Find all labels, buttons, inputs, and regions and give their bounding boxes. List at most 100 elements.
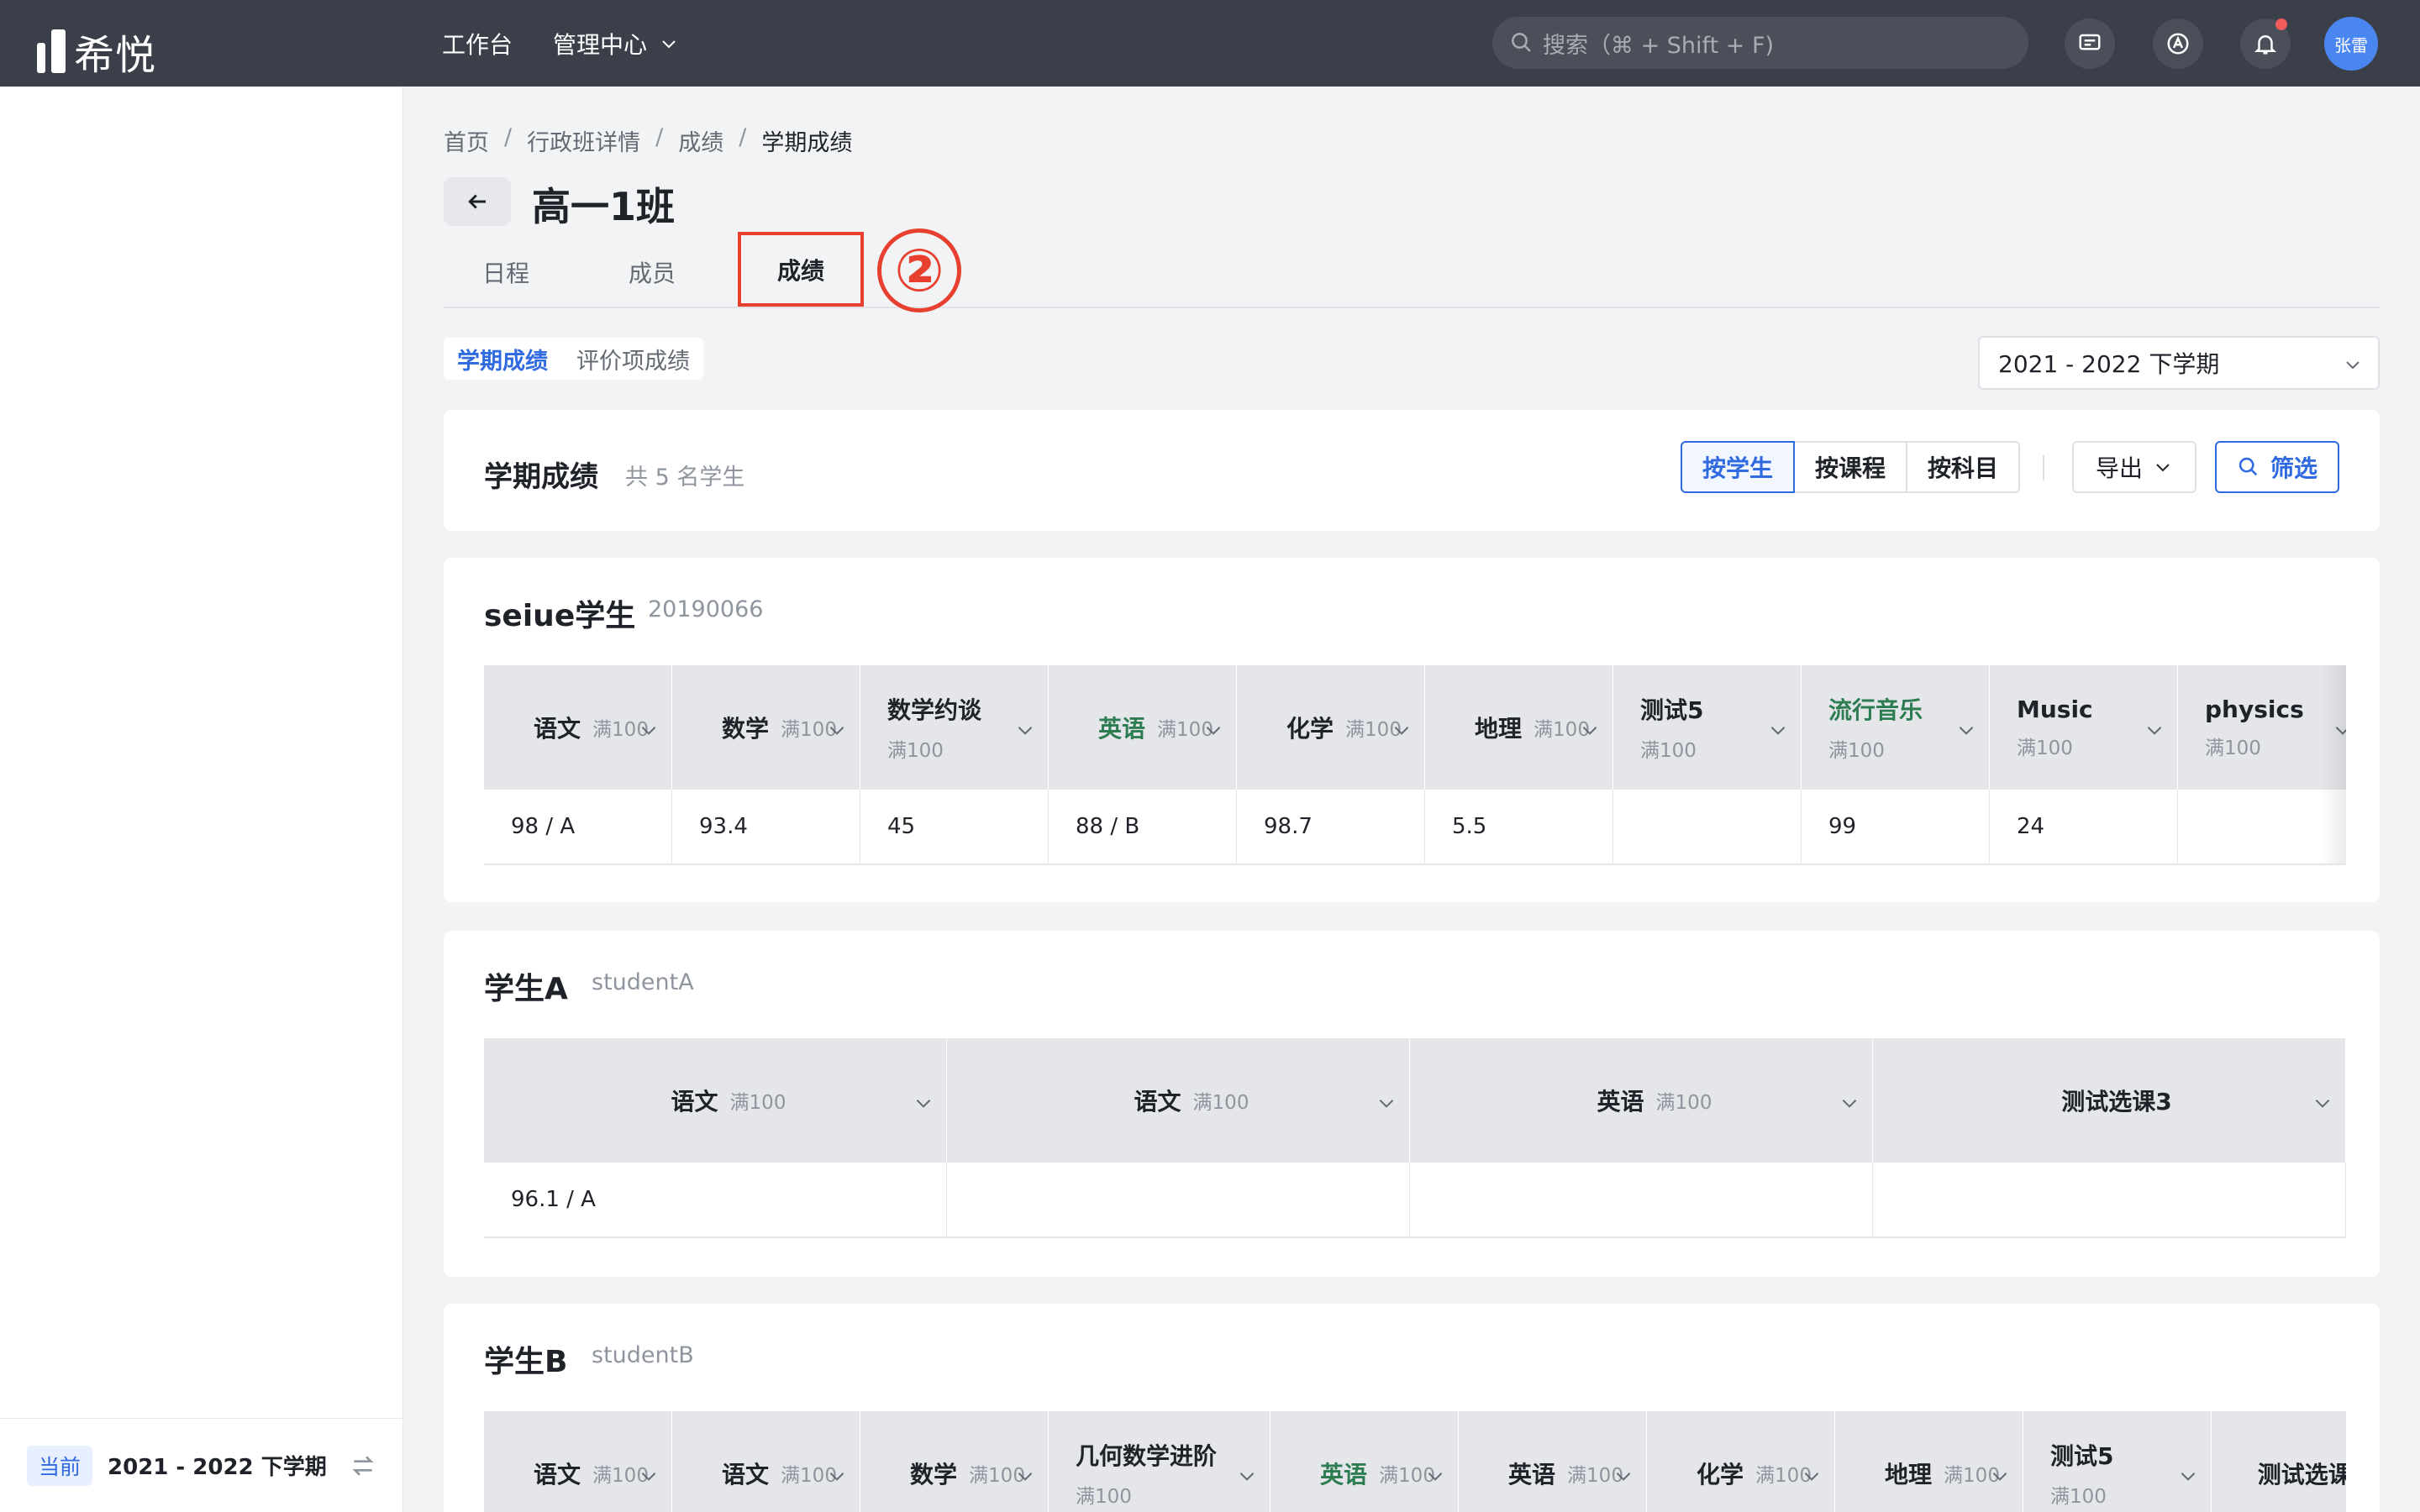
- column-header[interactable]: 化学 满100: [1647, 1411, 1835, 1512]
- chevron-down-icon: [1992, 1473, 2007, 1481]
- chevron-down-icon: [641, 1473, 656, 1481]
- tab-schedule[interactable]: 日程: [482, 255, 529, 289]
- chevron-down-icon: [829, 1473, 844, 1481]
- breadcrumb-home[interactable]: 首页: [444, 124, 489, 157]
- view-mode-group: 按学生 按课程 按科目: [1681, 441, 2021, 493]
- student-name: seiue学生: [484, 599, 636, 633]
- breadcrumb: 首页 / 行政班详情 / 成绩 / 学期成绩: [444, 124, 853, 157]
- view-by-subject-button[interactable]: 按科目: [1906, 441, 2021, 493]
- term-select-value: 2021 - 2022 下学期: [1998, 350, 2220, 378]
- filter-button[interactable]: 筛选: [2215, 441, 2339, 493]
- column-header[interactable]: 语文 满100: [484, 1411, 672, 1512]
- score-cell[interactable]: 88 / B: [1049, 790, 1237, 864]
- column-header[interactable]: 语文 满100: [947, 1038, 1410, 1163]
- export-button[interactable]: 导出: [2072, 441, 2196, 493]
- column-header[interactable]: 语文 满100: [484, 665, 672, 790]
- back-button[interactable]: [444, 177, 511, 226]
- app-center-button[interactable]: [2153, 18, 2203, 69]
- column-header[interactable]: 语文 满100: [672, 1411, 860, 1512]
- tab-grades[interactable]: 成绩: [738, 232, 864, 307]
- score-table: 语文 满100 语文 满100 英语 满100 测试选课3 96.1 / A: [484, 1038, 2346, 1238]
- column-header[interactable]: 英语 满100: [1270, 1411, 1459, 1512]
- column-header[interactable]: 语文 满100: [484, 1038, 947, 1163]
- chevron-down-icon: [829, 727, 844, 735]
- column-header[interactable]: 测试5 满100: [2023, 1411, 2212, 1512]
- chevron-down-icon: [1582, 727, 1597, 735]
- table-row: 98 / A 93.4 45 88 / B 98.7 5.5 99 24: [484, 790, 2346, 864]
- search-placeholder: 搜索（⌘ + Shift + F): [1543, 32, 1775, 59]
- chevron-down-icon: [1018, 727, 1033, 735]
- chevron-down-icon: [1959, 727, 1974, 735]
- column-header[interactable]: 英语 满100: [1049, 665, 1237, 790]
- score-cell[interactable]: 98.7: [1237, 790, 1425, 864]
- grade-subtabs: 学期成绩 评价项成绩: [444, 338, 703, 380]
- top-bar: 希悦 工作台 管理中心 搜索（⌘ + Shift + F) 张雷: [0, 0, 2420, 87]
- column-header[interactable]: 化学 满100: [1237, 665, 1425, 790]
- column-header[interactable]: 英语 满100: [1459, 1411, 1647, 1512]
- chevron-down-icon: [1616, 1473, 1631, 1481]
- current-term-tag: 当前: [27, 1445, 93, 1486]
- divider: [2043, 455, 2044, 480]
- column-header[interactable]: 英语 满100: [1410, 1038, 1873, 1163]
- summary-title: 学期成绩: [484, 460, 598, 494]
- avatar[interactable]: 张雷: [2324, 17, 2378, 71]
- score-cell[interactable]: 93.4: [672, 790, 860, 864]
- subtab-evaluation-grades[interactable]: 评价项成绩: [576, 343, 690, 375]
- scroll-shadow: [2321, 665, 2346, 864]
- tab-members[interactable]: 成员: [629, 255, 676, 289]
- nav-workbench[interactable]: 工作台: [442, 27, 513, 60]
- chevron-down-icon: [1804, 1473, 1819, 1481]
- term-select[interactable]: 2021 - 2022 下学期: [1978, 336, 2380, 390]
- breadcrumb-grades[interactable]: 成绩: [678, 124, 723, 157]
- app-logo[interactable]: 希悦: [37, 22, 156, 81]
- arrow-left-icon: [468, 194, 486, 209]
- view-by-course-button[interactable]: 按课程: [1793, 441, 1908, 493]
- nav-manage-label: 管理中心: [553, 31, 648, 59]
- column-header[interactable]: 地理 满100: [1425, 665, 1613, 790]
- column-header[interactable]: 地理 满100: [1835, 1411, 2023, 1512]
- column-header[interactable]: 数学 满100: [860, 1411, 1049, 1512]
- switch-icon[interactable]: [350, 1452, 376, 1479]
- view-by-student-button[interactable]: 按学生: [1681, 441, 1796, 493]
- table-row: 96.1 / A: [484, 1163, 2346, 1236]
- score-cell[interactable]: [947, 1163, 1410, 1236]
- student-id: studentA: [592, 969, 694, 995]
- term-switcher[interactable]: 当前 2021 - 2022 下学期: [0, 1418, 403, 1512]
- student-card: seiue学生 20190066 语文 满100 数学 满100 数学约谈 满100 …: [444, 558, 2380, 902]
- column-header[interactable]: Music 满100: [1990, 665, 2178, 790]
- notification-button[interactable]: [2240, 18, 2291, 69]
- score-table: 语文 满100 语文 满100 数学 满100 几何数学进阶 满100 英语 满100 英…: [484, 1411, 2346, 1512]
- page-title: 高一1班: [532, 184, 676, 229]
- column-header[interactable]: 测试选课3: [2212, 1411, 2346, 1512]
- message-button[interactable]: [2065, 18, 2115, 69]
- current-term-text: 2021 - 2022 下学期: [108, 1455, 327, 1480]
- score-cell[interactable]: 98 / A: [484, 790, 672, 864]
- score-cell[interactable]: [1873, 1163, 2346, 1236]
- search-input[interactable]: 搜索（⌘ + Shift + F): [1492, 17, 2028, 69]
- score-cell[interactable]: 5.5: [1425, 790, 1613, 864]
- student-card: 学生A studentA 语文 满100 语文 满100 英语 满100 测试选课3 …: [444, 931, 2380, 1277]
- column-header[interactable]: 测试选课3: [1873, 1038, 2346, 1163]
- subtab-term-grades[interactable]: 学期成绩: [457, 343, 548, 375]
- chevron-down-icon: [1428, 1473, 1443, 1481]
- score-cell[interactable]: 96.1 / A: [484, 1163, 947, 1236]
- column-header[interactable]: 数学约谈 满100: [860, 665, 1049, 790]
- breadcrumb-current: 学期成绩: [761, 130, 853, 156]
- column-header[interactable]: 测试5 满100: [1613, 665, 1802, 790]
- chevron-down-icon: [2156, 464, 2170, 472]
- breadcrumb-class-detail[interactable]: 行政班详情: [527, 124, 640, 157]
- student-card: 学生B studentB 语文 满100 语文 满100 数学 满100 几何数学进阶…: [444, 1304, 2380, 1512]
- column-header[interactable]: 几何数学进阶 满100: [1049, 1411, 1270, 1512]
- score-table-header: 语文 满100 语文 满100 英语 满100 测试选课3: [484, 1038, 2346, 1163]
- score-cell[interactable]: 24: [1990, 790, 2178, 864]
- score-cell[interactable]: 45: [860, 790, 1049, 864]
- nav-manage-center[interactable]: 管理中心: [553, 27, 679, 60]
- column-header[interactable]: 流行音乐 满100: [1802, 665, 1990, 790]
- score-table-header: 语文 满100 数学 满100 数学约谈 满100 英语 满100 化学 满100 地理满…: [484, 665, 2346, 790]
- chevron-down-icon: [2181, 1473, 2196, 1481]
- score-cell[interactable]: 99: [1802, 790, 1990, 864]
- column-header[interactable]: 数学 满100: [672, 665, 860, 790]
- score-cell[interactable]: [1410, 1163, 1873, 1236]
- score-cell[interactable]: [1613, 790, 1802, 864]
- chevron-down-icon: [662, 40, 676, 49]
